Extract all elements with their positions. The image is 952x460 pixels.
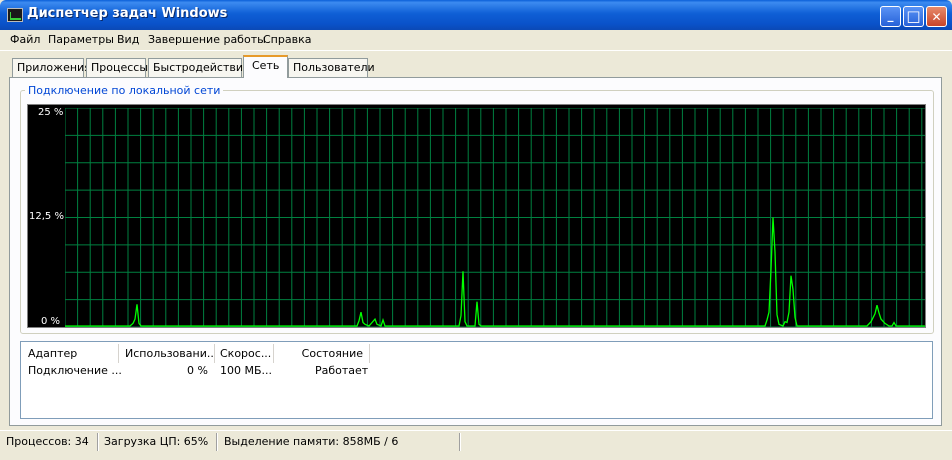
cell-usage: 0 %	[187, 364, 208, 377]
cell-state: Работает	[315, 364, 369, 377]
title-bar[interactable]: Диспетчер задач Windows _ □ ✕	[0, 0, 952, 30]
column-header-usage[interactable]: Использовани...	[119, 344, 215, 363]
status-processes: Процессов: 34	[6, 435, 89, 448]
status-memory: Выделение памяти: 858МБ / 6	[224, 435, 399, 448]
tab-processes[interactable]: Процессы	[86, 58, 148, 77]
menu-help[interactable]: Справка	[263, 33, 311, 46]
status-separator	[97, 433, 99, 451]
menu-file[interactable]: Файл	[10, 33, 40, 46]
close-icon: ✕	[931, 9, 942, 24]
menu-bar: Файл Параметры Вид Завершение работы Спр…	[0, 30, 952, 51]
cell-adapter: Подключение ...	[28, 364, 122, 377]
status-separator	[459, 433, 461, 451]
status-bar: Процессов: 34 Загрузка ЦП: 65% Выделение…	[0, 430, 952, 453]
column-header-speed[interactable]: Скорос...	[215, 344, 274, 363]
tab-networking[interactable]: Сеть	[243, 55, 288, 78]
y-tick-max: 25 %	[38, 107, 64, 118]
graph-plot-area	[65, 108, 925, 327]
minimize-button[interactable]: _	[880, 6, 901, 27]
maximize-button[interactable]: □	[903, 6, 924, 27]
column-header-state[interactable]: Состояние	[274, 344, 370, 363]
y-tick-mid: 12,5 %	[29, 211, 64, 222]
task-manager-icon	[7, 8, 23, 22]
menu-shutdown[interactable]: Завершение работы	[148, 33, 266, 46]
adapter-list[interactable]: Адаптер Использовани... Скорос... Состоя…	[20, 341, 933, 419]
minimize-icon: _	[887, 7, 894, 22]
menu-options[interactable]: Параметры	[48, 33, 114, 46]
close-button[interactable]: ✕	[926, 6, 947, 27]
graph-grid	[65, 108, 925, 327]
status-separator	[216, 433, 218, 451]
menu-view[interactable]: Вид	[117, 33, 139, 46]
network-graph: 25 % 12,5 % 0 %	[27, 104, 926, 328]
tab-users[interactable]: Пользователи	[288, 58, 375, 77]
y-tick-zero: 0 %	[41, 316, 61, 327]
graph-title: Подключение по локальной сети	[25, 84, 224, 97]
cell-speed: 100 МБ...	[220, 364, 273, 377]
column-header-adapter[interactable]: Адаптер	[21, 344, 119, 363]
task-manager-window: Диспетчер задач Windows _ □ ✕ Файл Парам…	[0, 0, 952, 460]
tab-performance[interactable]: Быстродействие	[148, 58, 250, 77]
tab-applications[interactable]: Приложения	[12, 58, 91, 77]
status-cpu: Загрузка ЦП: 65%	[104, 435, 209, 448]
maximize-icon: □	[906, 7, 921, 25]
window-title: Диспетчер задач Windows	[27, 6, 228, 21]
